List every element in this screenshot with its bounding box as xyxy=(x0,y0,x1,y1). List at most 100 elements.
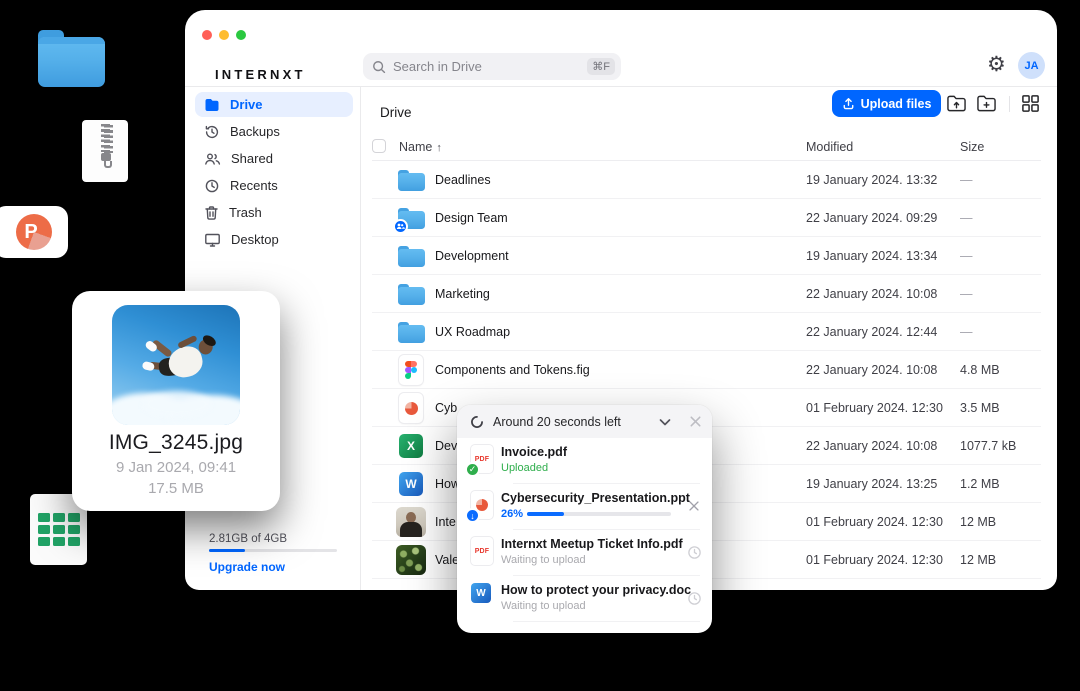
zip-file-icon[interactable] xyxy=(82,120,128,182)
desktop-icon xyxy=(204,232,221,248)
trash-icon xyxy=(204,205,219,221)
desktop-folder-icon[interactable] xyxy=(38,30,105,87)
storage-progress-bar xyxy=(209,549,337,552)
history-icon xyxy=(204,124,220,140)
toolbar-separator xyxy=(1009,96,1010,112)
upload-files-button[interactable]: Upload files xyxy=(832,90,941,117)
file-modified: 01 February 2024. 12:30 xyxy=(806,515,943,529)
close-window-button[interactable] xyxy=(202,30,212,40)
file-size: 1077.7 kB xyxy=(960,439,1016,453)
select-all-checkbox[interactable] xyxy=(372,139,386,153)
sidebar-item-backups[interactable]: Backups xyxy=(195,119,353,144)
sidebar-item-label: Trash xyxy=(229,205,262,220)
powerpoint-file-icon: ↓ xyxy=(471,491,493,519)
upload-item: PDF✓Invoice.pdfUploaded xyxy=(457,438,712,484)
sidebar-divider xyxy=(360,86,361,590)
upload-status: Uploaded xyxy=(501,462,548,474)
file-name: Dev xyxy=(435,439,457,453)
storage-usage-label: 2.81GB of 4GB xyxy=(209,533,287,545)
table-row[interactable]: Design Team22 January 2024. 09:29— xyxy=(372,199,1041,237)
sidebar-item-desktop[interactable]: Desktop xyxy=(195,227,353,252)
table-row[interactable]: UX Roadmap22 January 2024. 12:44— xyxy=(372,313,1041,351)
desktop-background: P IMG_3245.jpg 9 Jan 2024, 09:41 17.5 MB… xyxy=(0,0,1080,691)
sidebar-item-label: Drive xyxy=(230,97,263,112)
storage-progress-fill xyxy=(209,549,245,552)
uploaded-check-icon: ✓ xyxy=(465,462,480,477)
minimize-window-button[interactable] xyxy=(219,30,229,40)
zoom-window-button[interactable] xyxy=(236,30,246,40)
table-row[interactable]: Deadlines19 January 2024. 13:32— xyxy=(372,161,1041,199)
upload-button-label: Upload files xyxy=(861,97,932,111)
file-modified: 01 February 2024. 12:30 xyxy=(806,553,943,567)
file-modified: 22 January 2024. 10:08 xyxy=(806,287,937,301)
file-size: 12 MB xyxy=(960,515,996,529)
file-modified: 01 February 2024. 12:30 xyxy=(806,401,943,415)
shared-folder-icon xyxy=(398,208,425,229)
table-row[interactable]: Components and Tokens.fig 22 January 2024… xyxy=(372,351,1041,389)
upgrade-now-link[interactable]: Upgrade now xyxy=(209,560,285,574)
folder-icon xyxy=(398,322,425,343)
file-size: 3.5 MB xyxy=(960,401,1000,415)
file-size: 12 MB xyxy=(960,553,996,567)
file-modified: 22 January 2024. 10:08 xyxy=(806,363,937,377)
folder-icon xyxy=(398,170,425,191)
settings-gear-icon[interactable]: ⚙ xyxy=(987,54,1006,75)
word-file-icon: W xyxy=(471,583,491,603)
file-size: — xyxy=(960,211,973,225)
user-avatar[interactable]: JA xyxy=(1018,52,1045,79)
file-name: Marketing xyxy=(435,287,490,301)
folder-icon xyxy=(398,246,425,267)
upload-status: Waiting to upload xyxy=(501,554,586,566)
powerpoint-file-icon[interactable]: P xyxy=(0,206,68,258)
file-size: — xyxy=(960,287,973,301)
folder-icon xyxy=(398,284,425,305)
cancel-upload-icon[interactable] xyxy=(687,499,701,518)
new-folder-icon[interactable] xyxy=(976,94,997,113)
file-name: Components and Tokens.fig xyxy=(435,363,590,377)
search-input[interactable] xyxy=(393,59,587,74)
pdf-file-icon: PDF xyxy=(471,537,493,565)
file-name: UX Roadmap xyxy=(435,325,510,339)
column-header-name[interactable]: Name↑ xyxy=(399,140,442,154)
sort-ascending-arrow: ↑ xyxy=(436,142,442,154)
people-icon xyxy=(204,151,221,167)
search-bar[interactable]: ⌘F xyxy=(363,53,621,80)
preview-filename: IMG_3245.jpg xyxy=(72,431,280,455)
upload-status: Waiting to upload xyxy=(501,600,586,612)
powerpoint-logo: P xyxy=(16,214,52,250)
zipper-slider xyxy=(101,153,111,161)
upload-file-name: Cybersecurity_Presentation.ppt xyxy=(501,491,690,505)
uploading-arrow-icon: ↓ xyxy=(465,508,480,523)
image-preview-card[interactable]: IMG_3245.jpg 9 Jan 2024, 09:41 17.5 MB xyxy=(72,291,280,511)
internxt-logo: INTERNXT xyxy=(215,67,306,82)
powerpoint-file-icon xyxy=(399,393,423,423)
upload-folder-icon[interactable] xyxy=(946,94,967,113)
file-name: Design Team xyxy=(435,211,508,225)
file-name: Inte xyxy=(435,515,456,529)
figma-file-icon xyxy=(399,355,423,385)
shared-badge-icon xyxy=(393,219,408,234)
sidebar-item-drive[interactable]: Drive xyxy=(195,92,353,117)
chevron-down-icon[interactable] xyxy=(657,414,673,430)
zipper-teeth xyxy=(101,124,110,152)
folder-icon xyxy=(204,97,220,113)
close-popup-icon[interactable] xyxy=(688,414,703,429)
clock-icon xyxy=(204,178,220,194)
column-header-size[interactable]: Size xyxy=(960,140,984,154)
grid-view-icon[interactable] xyxy=(1021,94,1040,113)
upload-item: WHow to protect your privacy.docWaiting … xyxy=(457,576,712,622)
pdf-file-icon: PDF✓ xyxy=(471,445,493,473)
table-row[interactable]: Development19 January 2024. 13:34— xyxy=(372,237,1041,275)
sidebar-item-trash[interactable]: Trash xyxy=(195,200,353,225)
file-size: 4.8 MB xyxy=(960,363,1000,377)
file-modified: 19 January 2024. 13:25 xyxy=(806,477,937,491)
file-modified: 19 January 2024. 13:34 xyxy=(806,249,937,263)
sidebar-item-label: Backups xyxy=(230,124,280,139)
file-name: Vale xyxy=(435,553,459,567)
sidebar-item-label: Recents xyxy=(230,178,278,193)
column-header-modified[interactable]: Modified xyxy=(806,140,853,154)
sidebar-item-shared[interactable]: Shared xyxy=(195,146,353,171)
waiting-clock-icon xyxy=(687,545,702,565)
sidebar-item-recents[interactable]: Recents xyxy=(195,173,353,198)
table-row[interactable]: Marketing 22 January 2024. 10:08 — xyxy=(372,275,1041,313)
